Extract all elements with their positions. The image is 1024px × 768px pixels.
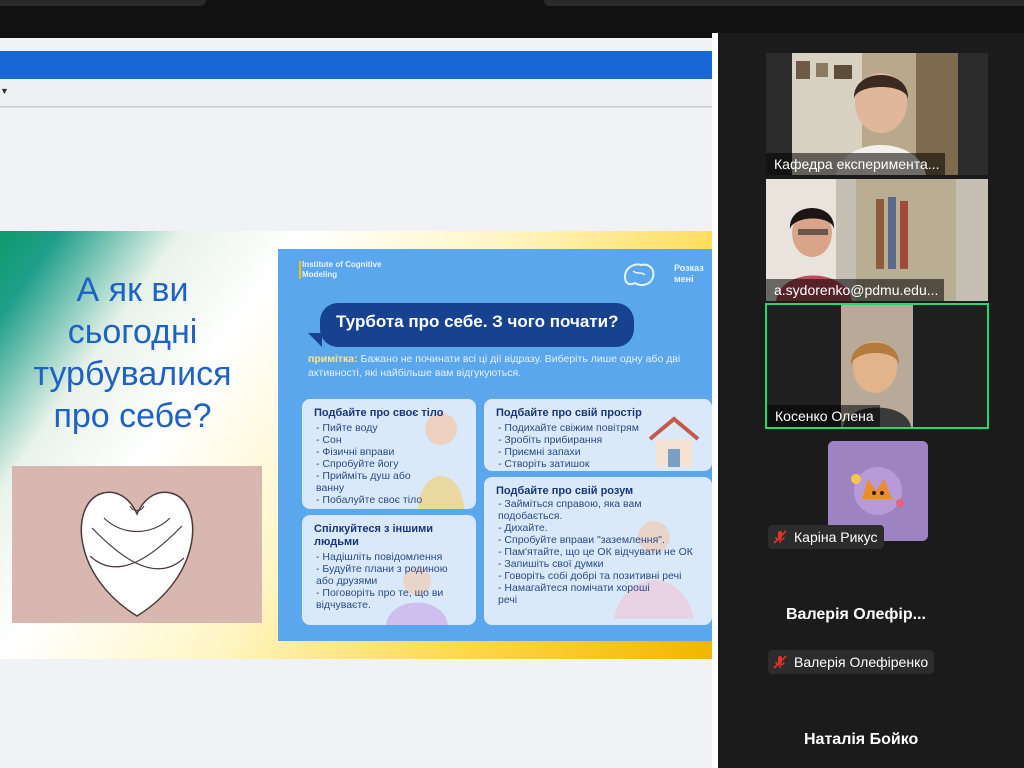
box-mind-title: Подбайте про свій розум [496, 485, 634, 497]
participant-name: Кафедра експеримента... [766, 153, 946, 175]
box-space-title: Подбайте про свій простір [496, 407, 642, 419]
participants-panel: Кафедра експеримента... a.sydorenko@pdmu… [712, 33, 1024, 768]
list-item: Будуйте плани з родиною або друзями [316, 563, 456, 587]
list-item: Зробіть прибирання [498, 434, 639, 446]
video-tile-sydorenko[interactable]: a.sydorenko@pdmu.edu... [766, 179, 988, 301]
box-people: Спілкуйтеся з іншими людьми Надішліть по… [302, 515, 476, 625]
institute-accent-bar [299, 261, 301, 279]
video-tile-kafedra[interactable]: Кафедра експеримента... [766, 53, 988, 175]
house-illustration [648, 416, 700, 467]
video-tile-kosenko[interactable]: Косенко Олена [765, 303, 989, 429]
list-item: Спробуйте йогу [316, 458, 436, 470]
list-item: Надішліть повідомлення [316, 551, 466, 563]
top-bar-left-segment [0, 0, 206, 6]
box-space-care: Подбайте про свій простір Подихайте свіж… [484, 399, 712, 471]
participant-label-valeria: Валерія Олефіренко [768, 650, 935, 674]
note-label: примітка: [308, 353, 358, 365]
brain-logo-icon [623, 263, 655, 286]
box-people-list: Надішліть повідомлення Будуйте плани з р… [316, 551, 466, 611]
mic-muted-icon [773, 655, 787, 669]
card-note: примітка: Бажано не починати всі ці дії … [308, 352, 708, 380]
list-item: Сон [316, 434, 436, 446]
card-right-heading: Розказ мені [674, 263, 704, 284]
title-bubble-tail [308, 333, 322, 347]
list-item: Намагайтеся помічати хороші речі [498, 582, 668, 606]
participant-big-name: Наталія Бойко [804, 731, 919, 748]
box-mind-list: Займіться справою, яка вам подобається. … [498, 498, 702, 606]
meeting-window: ▼ А як ви сьогодні турбувалися про себе?… [0, 0, 1024, 768]
list-item: Запишіть свої думки [498, 558, 702, 570]
participant-big-name: Валерія Олефір... [786, 606, 926, 623]
shared-screen[interactable]: ▼ А як ви сьогодні турбувалися про себе?… [0, 38, 712, 768]
heart-hug-illustration [12, 466, 262, 623]
participant-name: Каріна Рикус [794, 529, 878, 545]
box-space-list: Подихайте свіжим повітрям Зробіть прибир… [498, 422, 639, 470]
box-body-list: Пийте воду Сон Фізичні вправи Спробуйте … [316, 422, 436, 506]
box-people-title: Спілкуйтеся з іншими людьми [314, 523, 434, 548]
list-item: Приємні запахи [498, 446, 639, 458]
self-care-card: Institute of Cognitive Modeling Розказ м… [278, 249, 712, 641]
list-item: Займіться справою, яка вам подобається. [498, 498, 668, 522]
list-item: Говоріть собі добрі та позитивні речі [498, 570, 698, 582]
list-item: Створіть затишок [498, 458, 639, 470]
institute-name: Institute of Cognitive Modeling [302, 260, 382, 279]
list-item: Подихайте свіжим повітрям [498, 422, 639, 434]
list-item: Пам'ятайте, що це ОК відчувати не ОК [498, 546, 702, 558]
list-item: Побалуйте своє тіло [316, 494, 436, 506]
participant-name: a.sydorenko@pdmu.edu... [766, 279, 945, 301]
card-title: Турбота про себе. З чого почати? [336, 312, 619, 331]
presentation-slide: А як ви сьогодні турбувалися про себе? I… [0, 231, 712, 659]
participant-name: Валерія Олефіренко [794, 654, 929, 670]
divider [0, 107, 712, 108]
shared-app-toolbar: ▼ [0, 79, 712, 107]
dropdown-caret-icon[interactable]: ▼ [0, 86, 9, 96]
list-item: Пийте воду [316, 422, 436, 434]
list-item: Фізичні вправи [316, 446, 436, 458]
box-body-title: Подбайте про своє тіло [314, 407, 444, 419]
list-item: Поговоріть про те, що ви відчуваєте. [316, 587, 466, 611]
mic-muted-icon [773, 530, 787, 544]
list-item: Спробуйте вправи "заземлення". [498, 534, 702, 546]
box-body-care: Подбайте про своє тіло Пийте воду Сон Фі… [302, 399, 476, 509]
list-item: Дихайте. [498, 522, 702, 534]
box-mind: Подбайте про свій розум Займіться справо… [484, 477, 712, 625]
panel-divider[interactable] [712, 33, 718, 768]
participant-label-karina: Каріна Рикус [768, 525, 884, 549]
list-item: Прийміть душ або ванну [316, 470, 436, 494]
participant-name: Косенко Олена [767, 405, 880, 427]
note-text: Бажано не починати всі ці дії відразу. В… [308, 353, 681, 379]
shared-app-header [0, 51, 712, 79]
top-bar-right-segment [544, 0, 1024, 6]
slide-question: А як ви сьогодні турбувалися про себе? [33, 271, 232, 435]
